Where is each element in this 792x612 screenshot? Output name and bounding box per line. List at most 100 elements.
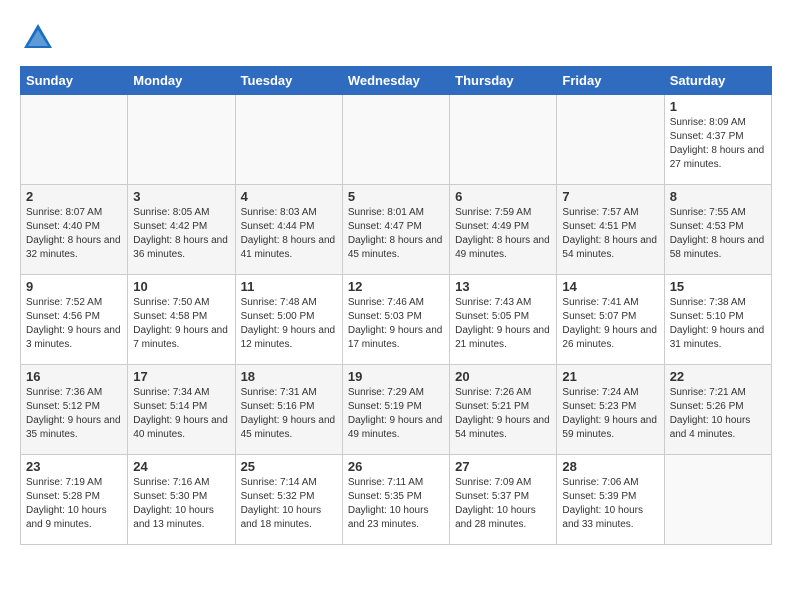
day-number: 4: [241, 189, 337, 204]
day-info: Sunrise: 8:07 AM Sunset: 4:40 PM Dayligh…: [26, 206, 122, 262]
calendar-cell: 17 Sunrise: 7:34 AM Sunset: 5:14 PM Dayli…: [128, 365, 235, 455]
day-info: Sunrise: 7:59 AM Sunset: 4:49 PM Dayligh…: [455, 206, 551, 262]
day-number: 24: [133, 459, 229, 474]
day-number: 28: [562, 459, 658, 474]
day-info: Sunrise: 7:55 AM Sunset: 4:53 PM Dayligh…: [670, 206, 766, 262]
calendar-cell: 2 Sunrise: 8:07 AM Sunset: 4:40 PM Daylig…: [21, 185, 128, 275]
day-info: Sunrise: 7:46 AM Sunset: 5:03 PM Dayligh…: [348, 296, 444, 352]
calendar-cell: 6 Sunrise: 7:59 AM Sunset: 4:49 PM Daylig…: [450, 185, 557, 275]
day-number: 1: [670, 99, 766, 114]
logo-icon: [20, 20, 56, 56]
day-number: 23: [26, 459, 122, 474]
calendar-week-row: 1 Sunrise: 8:09 AM Sunset: 4:37 PM Daylig…: [21, 95, 772, 185]
calendar-week-row: 23 Sunrise: 7:19 AM Sunset: 5:28 PM Dayli…: [21, 455, 772, 545]
day-info: Sunrise: 7:48 AM Sunset: 5:00 PM Dayligh…: [241, 296, 337, 352]
day-number: 8: [670, 189, 766, 204]
calendar-cell: 11 Sunrise: 7:48 AM Sunset: 5:00 PM Dayli…: [235, 275, 342, 365]
day-number: 26: [348, 459, 444, 474]
day-info: Sunrise: 8:01 AM Sunset: 4:47 PM Dayligh…: [348, 206, 444, 262]
calendar-cell: 23 Sunrise: 7:19 AM Sunset: 5:28 PM Dayli…: [21, 455, 128, 545]
column-header-saturday: Saturday: [664, 67, 771, 95]
calendar-cell: 22Sunrise: 7:21 AM Sunset: 5:26 PM Dayli…: [664, 365, 771, 455]
calendar-cell: [21, 95, 128, 185]
day-number: 16: [26, 369, 122, 384]
day-info: Sunrise: 7:16 AM Sunset: 5:30 PM Dayligh…: [133, 476, 229, 532]
calendar-cell: [128, 95, 235, 185]
day-info: Sunrise: 7:14 AM Sunset: 5:32 PM Dayligh…: [241, 476, 337, 532]
day-number: 19: [348, 369, 444, 384]
calendar-cell: 5 Sunrise: 8:01 AM Sunset: 4:47 PM Daylig…: [342, 185, 449, 275]
day-number: 22: [670, 369, 766, 384]
calendar-cell: [557, 95, 664, 185]
calendar-week-row: 9 Sunrise: 7:52 AM Sunset: 4:56 PM Daylig…: [21, 275, 772, 365]
day-info: Sunrise: 7:31 AM Sunset: 5:16 PM Dayligh…: [241, 386, 337, 442]
calendar-cell: [450, 95, 557, 185]
calendar-cell: 4 Sunrise: 8:03 AM Sunset: 4:44 PM Daylig…: [235, 185, 342, 275]
calendar-week-row: 2 Sunrise: 8:07 AM Sunset: 4:40 PM Daylig…: [21, 185, 772, 275]
column-header-tuesday: Tuesday: [235, 67, 342, 95]
calendar-cell: 3 Sunrise: 8:05 AM Sunset: 4:42 PM Daylig…: [128, 185, 235, 275]
calendar-cell: 1 Sunrise: 8:09 AM Sunset: 4:37 PM Daylig…: [664, 95, 771, 185]
calendar-cell: 24 Sunrise: 7:16 AM Sunset: 5:30 PM Dayli…: [128, 455, 235, 545]
day-number: 11: [241, 279, 337, 294]
day-info: Sunrise: 7:06 AM Sunset: 5:39 PM Dayligh…: [562, 476, 658, 532]
column-header-sunday: Sunday: [21, 67, 128, 95]
day-number: 25: [241, 459, 337, 474]
day-number: 13: [455, 279, 551, 294]
day-number: 3: [133, 189, 229, 204]
calendar-cell: [342, 95, 449, 185]
calendar-table: SundayMondayTuesdayWednesdayThursdayFrid…: [20, 66, 772, 545]
page-header: [20, 20, 772, 56]
calendar-week-row: 16Sunrise: 7:36 AM Sunset: 5:12 PM Dayli…: [21, 365, 772, 455]
day-info: Sunrise: 7:41 AM Sunset: 5:07 PM Dayligh…: [562, 296, 658, 352]
logo: [20, 20, 60, 56]
calendar-cell: 25 Sunrise: 7:14 AM Sunset: 5:32 PM Dayli…: [235, 455, 342, 545]
calendar-cell: [235, 95, 342, 185]
day-info: Sunrise: 7:34 AM Sunset: 5:14 PM Dayligh…: [133, 386, 229, 442]
calendar-cell: 27Sunrise: 7:09 AM Sunset: 5:37 PM Dayli…: [450, 455, 557, 545]
day-info: Sunrise: 7:57 AM Sunset: 4:51 PM Dayligh…: [562, 206, 658, 262]
day-number: 17: [133, 369, 229, 384]
day-number: 12: [348, 279, 444, 294]
day-info: Sunrise: 7:50 AM Sunset: 4:58 PM Dayligh…: [133, 296, 229, 352]
day-number: 5: [348, 189, 444, 204]
calendar-header-row: SundayMondayTuesdayWednesdayThursdayFrid…: [21, 67, 772, 95]
day-info: Sunrise: 7:52 AM Sunset: 4:56 PM Dayligh…: [26, 296, 122, 352]
day-number: 20: [455, 369, 551, 384]
calendar-cell: [664, 455, 771, 545]
calendar-cell: 26 Sunrise: 7:11 AM Sunset: 5:35 PM Dayli…: [342, 455, 449, 545]
day-info: Sunrise: 7:26 AM Sunset: 5:21 PM Dayligh…: [455, 386, 551, 442]
day-info: Sunrise: 8:09 AM Sunset: 4:37 PM Dayligh…: [670, 116, 766, 172]
day-info: Sunrise: 7:11 AM Sunset: 5:35 PM Dayligh…: [348, 476, 444, 532]
column-header-wednesday: Wednesday: [342, 67, 449, 95]
day-number: 15: [670, 279, 766, 294]
calendar-cell: 16Sunrise: 7:36 AM Sunset: 5:12 PM Dayli…: [21, 365, 128, 455]
day-info: Sunrise: 7:24 AM Sunset: 5:23 PM Dayligh…: [562, 386, 658, 442]
day-number: 21: [562, 369, 658, 384]
day-info: Sunrise: 7:43 AM Sunset: 5:05 PM Dayligh…: [455, 296, 551, 352]
day-number: 10: [133, 279, 229, 294]
calendar-cell: 14 Sunrise: 7:41 AM Sunset: 5:07 PM Dayli…: [557, 275, 664, 365]
calendar-cell: 20 Sunrise: 7:26 AM Sunset: 5:21 PM Dayli…: [450, 365, 557, 455]
day-number: 18: [241, 369, 337, 384]
calendar-cell: 19 Sunrise: 7:29 AM Sunset: 5:19 PM Dayli…: [342, 365, 449, 455]
day-info: Sunrise: 7:19 AM Sunset: 5:28 PM Dayligh…: [26, 476, 122, 532]
calendar-cell: 28 Sunrise: 7:06 AM Sunset: 5:39 PM Dayli…: [557, 455, 664, 545]
day-info: Sunrise: 7:29 AM Sunset: 5:19 PM Dayligh…: [348, 386, 444, 442]
day-number: 27: [455, 459, 551, 474]
day-info: Sunrise: 8:03 AM Sunset: 4:44 PM Dayligh…: [241, 206, 337, 262]
day-number: 2: [26, 189, 122, 204]
calendar-cell: 8 Sunrise: 7:55 AM Sunset: 4:53 PM Daylig…: [664, 185, 771, 275]
day-number: 6: [455, 189, 551, 204]
column-header-friday: Friday: [557, 67, 664, 95]
day-number: 7: [562, 189, 658, 204]
calendar-cell: 18 Sunrise: 7:31 AM Sunset: 5:16 PM Dayli…: [235, 365, 342, 455]
day-number: 9: [26, 279, 122, 294]
calendar-cell: 13 Sunrise: 7:43 AM Sunset: 5:05 PM Dayli…: [450, 275, 557, 365]
calendar-cell: 21 Sunrise: 7:24 AM Sunset: 5:23 PM Dayli…: [557, 365, 664, 455]
column-header-thursday: Thursday: [450, 67, 557, 95]
column-header-monday: Monday: [128, 67, 235, 95]
day-number: 14: [562, 279, 658, 294]
calendar-cell: 15Sunrise: 7:38 AM Sunset: 5:10 PM Dayli…: [664, 275, 771, 365]
day-info: Sunrise: 8:05 AM Sunset: 4:42 PM Dayligh…: [133, 206, 229, 262]
